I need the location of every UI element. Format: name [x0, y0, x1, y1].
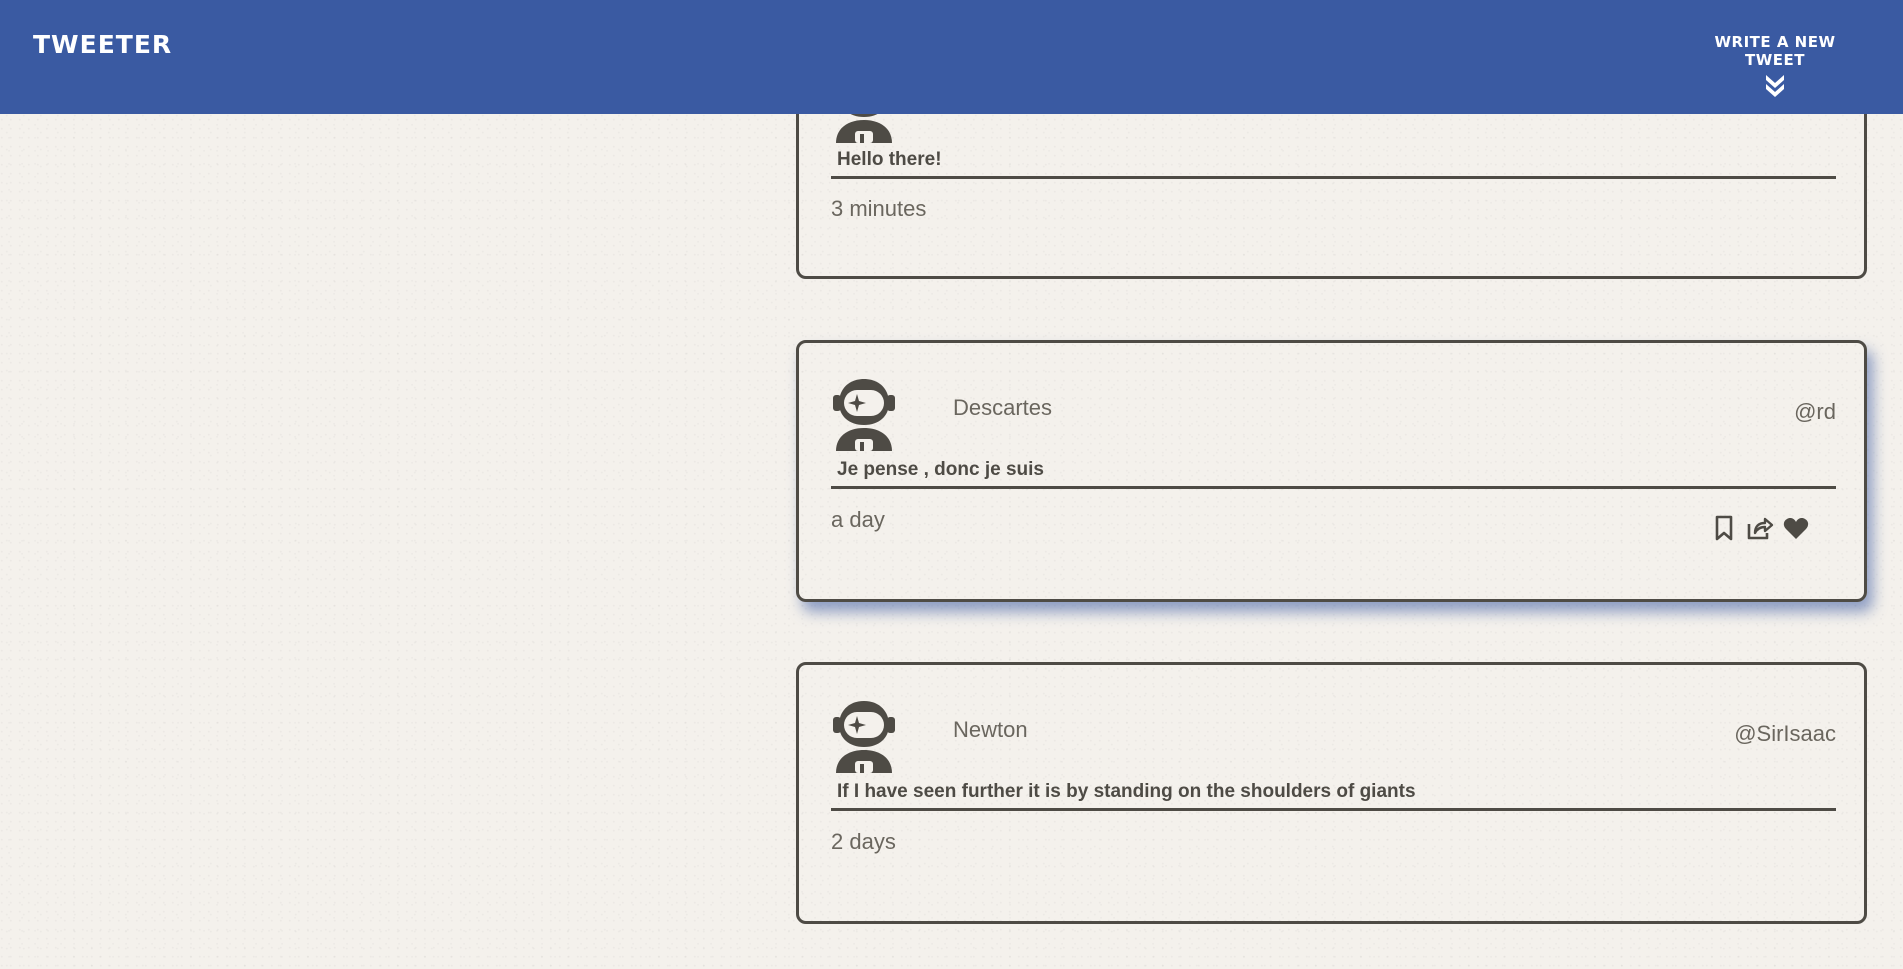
tweet-author-handle: @rd [1794, 399, 1836, 424]
tweet-author-handle: @SirIsaac [1734, 721, 1836, 746]
double-chevron-down-icon[interactable] [1763, 73, 1787, 99]
tweet-actions [1710, 513, 1810, 543]
tweet-author-name: Newton [953, 717, 1028, 742]
tweet-header: Descartes @rd [831, 377, 1836, 451]
tweet-card: Descartes @rd Je pense , donc je suis a … [796, 340, 1867, 602]
tweet-timestamp: 3 minutes [831, 196, 927, 221]
tweet-card: Newton @SirIsaac If I have seen further … [796, 662, 1867, 924]
astronaut-avatar-icon [831, 699, 897, 773]
tweet-timestamp: a day [831, 507, 885, 532]
tweet-content: Hello there! [831, 149, 1836, 179]
top-navbar: TWEETER WRITE A NEW TWEET [0, 0, 1903, 114]
tweet-timestamp: 2 days [831, 829, 896, 854]
write-new-tweet-label[interactable]: WRITE A NEW TWEET [1685, 33, 1865, 69]
heart-icon[interactable] [1782, 514, 1810, 542]
tweet-content: Je pense , donc je suis [831, 459, 1836, 489]
write-new-tweet-button[interactable]: WRITE A NEW TWEET [1685, 33, 1865, 99]
tweet-content: If I have seen further it is by standing… [831, 781, 1836, 811]
brand-logo[interactable]: TWEETER [33, 30, 172, 59]
tweet-header: Newton @SirIsaac [831, 699, 1836, 773]
tweet-author-name: Descartes [953, 395, 1053, 420]
bookmark-icon[interactable] [1710, 514, 1738, 542]
share-icon[interactable] [1746, 514, 1774, 542]
astronaut-avatar-icon [831, 377, 897, 451]
